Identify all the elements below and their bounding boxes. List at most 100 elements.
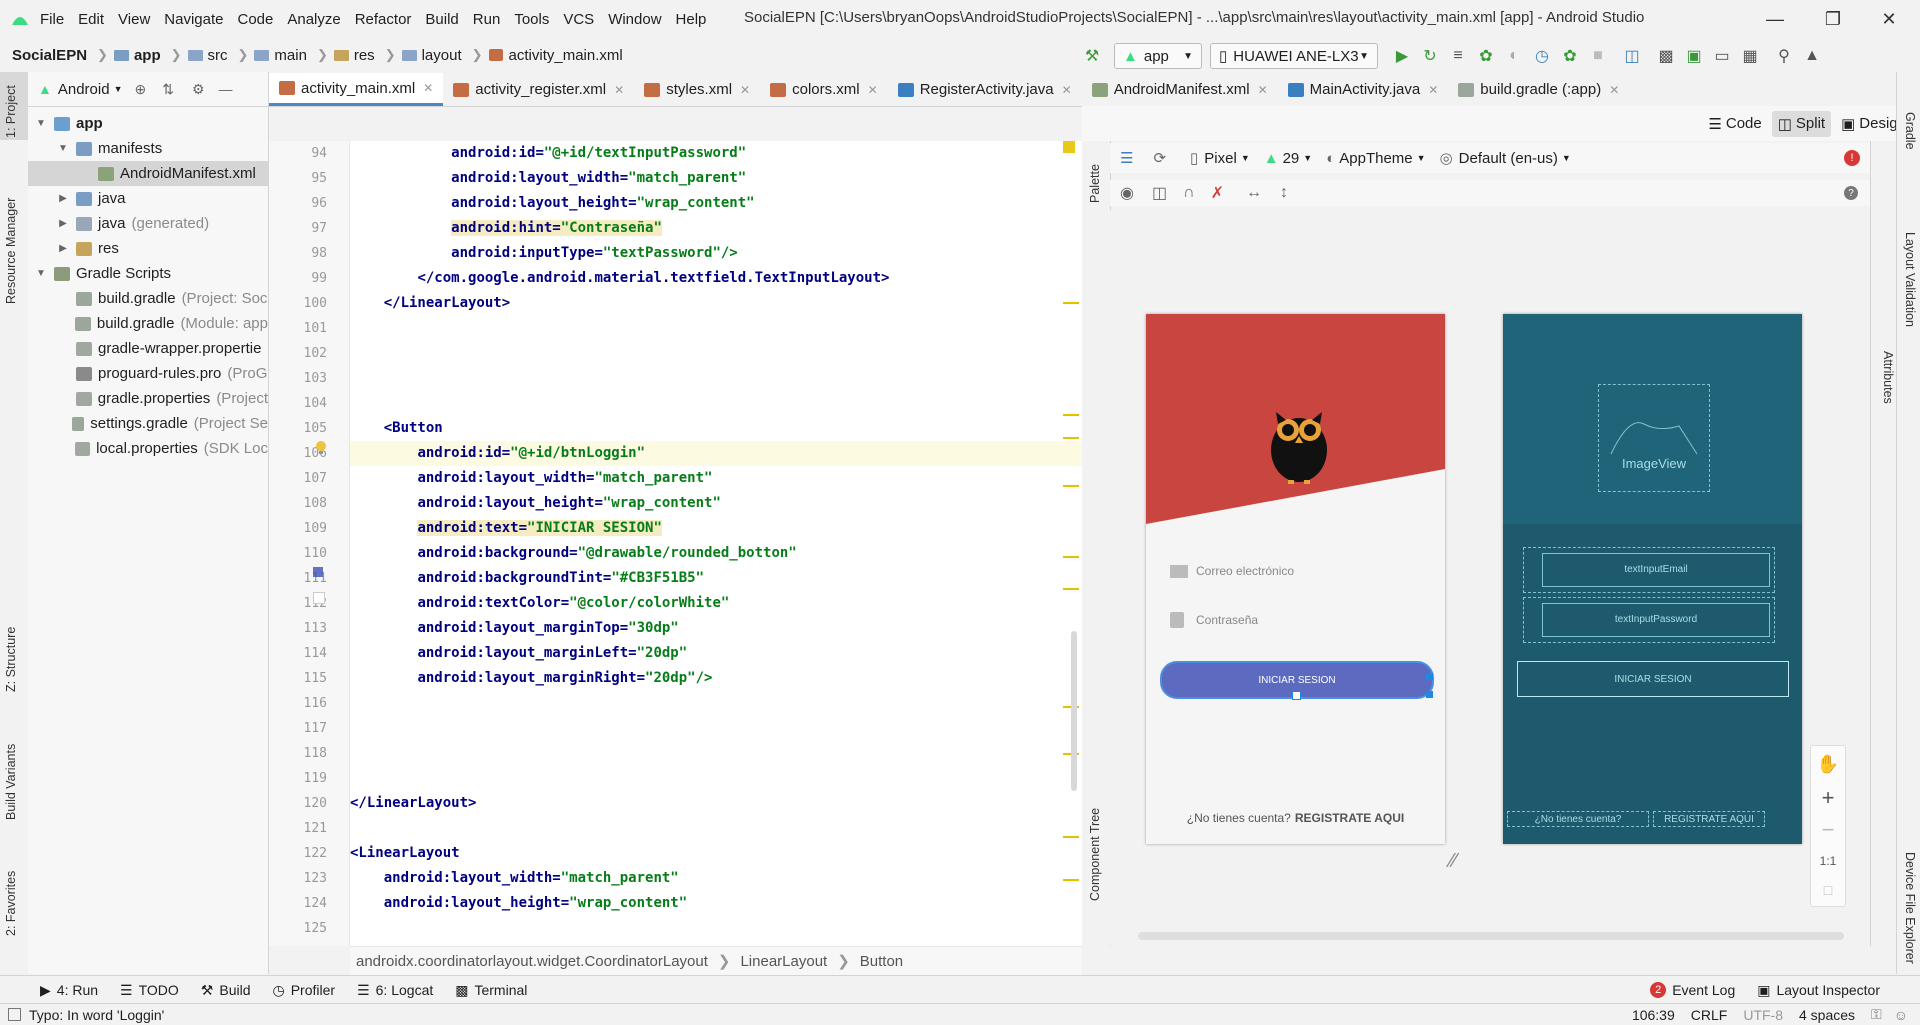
tree-item[interactable]: ▶ res (28, 236, 268, 261)
editor-tab[interactable]: MainActivity.java ✕ (1278, 73, 1449, 106)
project-structure-icon[interactable]: ▦ (1740, 46, 1760, 66)
menu-item-edit[interactable]: Edit (78, 11, 104, 28)
breadcrumb-item-res[interactable]: res (333, 47, 375, 64)
editor-tab[interactable]: AndroidManifest.xml ✕ (1082, 73, 1278, 106)
margin-icon[interactable]: ↔ (1246, 184, 1262, 202)
code-line[interactable]: android:textColor="@color/colorWhite" (350, 591, 1082, 616)
tree-item[interactable]: proguard-rules.pro (ProG (28, 361, 268, 386)
status-box-icon[interactable] (8, 1008, 21, 1021)
device-select[interactable]: Pixel (1204, 150, 1237, 167)
close-tab-icon[interactable]: ✕ (740, 83, 750, 97)
theme-select[interactable]: AppTheme (1339, 150, 1412, 167)
chevron-down-icon[interactable]: ▼ (1241, 153, 1250, 163)
layout-inspector-button[interactable]: ▣ Layout Inspector (1757, 982, 1880, 999)
blueprint-icon[interactable]: ◫ (1152, 183, 1167, 203)
close-tab-icon[interactable]: ✕ (1609, 83, 1619, 97)
code-line[interactable]: <Button (350, 416, 1082, 441)
password-field[interactable]: Contraseña (1170, 612, 1258, 628)
expand-arrow-icon[interactable]: ▼ (34, 268, 48, 279)
hammer-icon[interactable]: ⚒ (1082, 46, 1102, 66)
expand-arrow-icon[interactable]: ▶ (56, 243, 70, 254)
editor-tab[interactable]: activity_register.xml ✕ (443, 73, 634, 106)
code-line[interactable]: android:backgroundTint="#CB3F51B5" (350, 566, 1082, 591)
run-icon[interactable]: ▶ (1392, 46, 1412, 66)
orientation-icon[interactable]: ⟳ (1153, 149, 1166, 167)
tree-item[interactable]: local.properties (SDK Loc (28, 436, 268, 461)
code-crumb-coordinator[interactable]: androidx.coordinatorlayout.widget.Coordi… (356, 953, 708, 970)
chevron-down-icon[interactable]: ▼ (1562, 153, 1571, 163)
favorites-tab[interactable]: 2: Favorites (4, 871, 18, 936)
cursor-position[interactable]: 106:39 (1632, 1007, 1675, 1023)
blueprint-imageview[interactable]: ImageView (1598, 384, 1710, 492)
error-icon[interactable]: ! (1844, 150, 1860, 166)
lock-icon[interactable]: ⚿ (1871, 1006, 1882, 1023)
project-tool-tab[interactable]: 1: Project (4, 85, 18, 138)
code-line[interactable] (350, 366, 1082, 391)
palette-tab[interactable]: Palette (1088, 164, 1102, 203)
tree-item[interactable]: ▼ Gradle Scripts (28, 261, 268, 286)
zoom-actual-size-button[interactable]: 1:1 (1811, 846, 1845, 876)
tree-item[interactable]: ▶ java (28, 186, 268, 211)
code-line[interactable]: android:hint="Contraseña" (350, 216, 1082, 241)
attributes-tab[interactable]: Attributes (1881, 351, 1895, 404)
close-tab-icon[interactable]: ✕ (1428, 83, 1438, 97)
color-swatch-icon[interactable] (313, 592, 325, 604)
breadcrumb-item-app[interactable]: app (113, 47, 161, 64)
resize-handle[interactable] (1292, 691, 1301, 700)
inspector-face-icon[interactable]: ☺ (1894, 1007, 1908, 1023)
sync-project-icon[interactable]: ◫ (1622, 46, 1642, 66)
resize-handle[interactable] (1426, 691, 1433, 698)
chevron-down-icon[interactable]: ▼ (1417, 153, 1426, 163)
menu-item-analyze[interactable]: Analyze (287, 11, 340, 28)
device-file-explorer-tab[interactable]: Device File Explorer (1903, 852, 1917, 964)
code-line[interactable] (350, 816, 1082, 841)
code-line[interactable]: android:layout_marginTop="30dp" (350, 616, 1082, 641)
code-line[interactable]: android:layout_height="wrap_content" (350, 891, 1082, 916)
tree-item[interactable]: gradle.properties (Project (28, 386, 268, 411)
code-line[interactable] (350, 341, 1082, 366)
code-line[interactable]: android:layout_width="match_parent" (350, 866, 1082, 891)
resize-corner-icon[interactable]: ⁄⁄ (1450, 850, 1457, 873)
breadcrumb-item-file[interactable]: activity_main.xml (488, 47, 623, 64)
gear-icon[interactable]: ⚙ (192, 81, 205, 98)
build-variants-tab[interactable]: Build Variants (4, 744, 18, 820)
zoom-in-icon[interactable]: + (1811, 782, 1845, 814)
eye-icon[interactable]: ◉ (1120, 183, 1134, 203)
menu-item-vcs[interactable]: VCS (563, 11, 594, 28)
magnet-off-icon[interactable]: ∩ (1183, 184, 1195, 202)
indent-setting[interactable]: 4 spaces (1799, 1007, 1855, 1023)
code-crumb-button[interactable]: Button (860, 953, 903, 970)
blueprint-email[interactable]: textInputEmail (1523, 547, 1775, 593)
avd-manager-icon[interactable]: ▩ (1656, 46, 1676, 66)
email-field[interactable]: Correo electrónico (1170, 564, 1294, 578)
code-line[interactable] (350, 316, 1082, 341)
close-button[interactable]: ✕ (1866, 4, 1912, 34)
code-line[interactable]: android:layout_width="match_parent" (350, 466, 1082, 491)
project-view-select[interactable]: Android (58, 81, 110, 98)
apply-changes-icon[interactable]: ↻ (1420, 46, 1440, 66)
tree-item[interactable]: AndroidManifest.xml (28, 161, 268, 186)
tree-item[interactable]: build.gradle (Project: Soc (28, 286, 268, 311)
structure-tab[interactable]: Z: Structure (4, 627, 18, 692)
breadcrumb-item-layout[interactable]: layout (401, 47, 462, 64)
collapse-all-icon[interactable]: ⇅ (162, 81, 174, 98)
code-line[interactable]: android:layout_marginRight="20dp"/> (350, 666, 1082, 691)
code-crumb-linearlayout[interactable]: LinearLayout (740, 953, 827, 970)
expand-arrow-icon[interactable]: ▼ (56, 143, 70, 154)
layers-icon[interactable]: ☰ (1120, 149, 1133, 167)
tree-item[interactable]: settings.gradle (Project Se (28, 411, 268, 436)
zoom-fit-icon[interactable]: □ (1811, 876, 1845, 904)
menu-item-help[interactable]: Help (676, 11, 707, 28)
code-line[interactable]: android:background="@drawable/rounded_bo… (350, 541, 1082, 566)
apply-code-changes-icon[interactable]: ≡ (1448, 46, 1468, 66)
code-line[interactable]: </LinearLayout> (350, 291, 1082, 316)
code-view-button[interactable]: ☰ Code (1702, 111, 1767, 137)
api-select[interactable]: 29 (1283, 150, 1300, 167)
editor-tab[interactable]: activity_main.xml ✕ (269, 73, 444, 106)
resize-handle[interactable] (1426, 673, 1433, 680)
blueprint-link[interactable]: REGISTRATE AQUI (1653, 811, 1765, 827)
editor-tab[interactable]: styles.xml ✕ (634, 73, 760, 106)
stop-icon[interactable]: ■ (1588, 46, 1608, 66)
menu-item-file[interactable]: File (40, 11, 64, 28)
code-line[interactable]: android:inputType="textPassword"/> (350, 241, 1082, 266)
